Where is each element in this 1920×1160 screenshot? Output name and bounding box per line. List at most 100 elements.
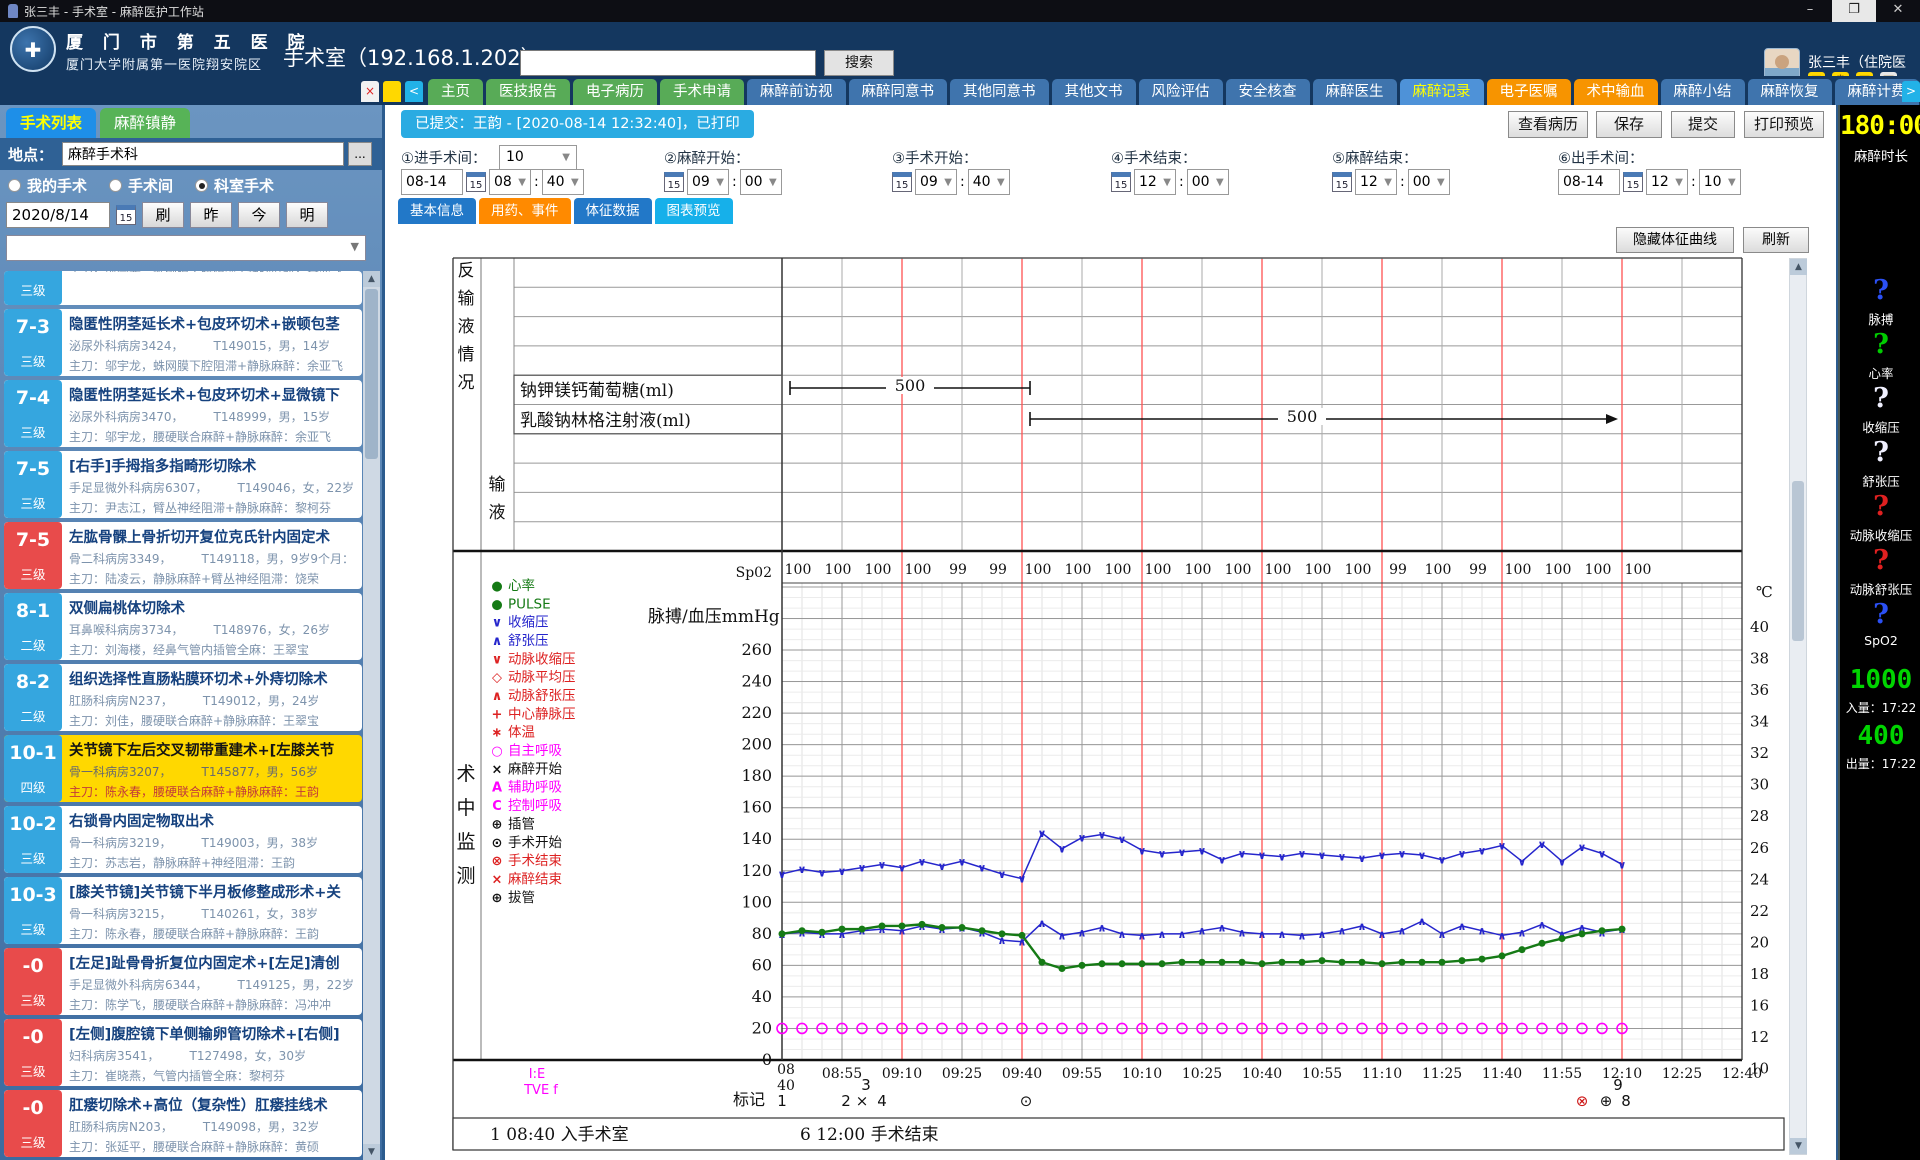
nav-tabs: 主页医技报告电子病历手术申请麻醉前访视麻醉同意书其他同意书其他文书风险评估安全核… [428,79,1920,105]
search-input[interactable] [520,50,816,76]
print-preview-button[interactable]: 打印预览 [1744,111,1824,138]
nav-tab-麻醉前访视[interactable]: 麻醉前访视 [747,79,846,105]
nav-tab-风险评估[interactable]: 风险评估 [1139,79,1223,105]
location-input[interactable] [62,142,344,166]
date-input[interactable]: 08-14 [401,169,463,195]
radio-我的手术[interactable]: 我的手术 [8,175,87,196]
nav-tab-麻醉恢复[interactable]: 麻醉恢复 [1748,79,1832,105]
nav-tab-麻醉小结[interactable]: 麻醉小结 [1661,79,1745,105]
vital-value-动脉舒张压: ? [1840,545,1920,576]
list-item-surgery[interactable]: 7-5三级[右手]手拇指多指畸形切除术手足显微外科病房6307， T149046… [4,451,362,518]
chart-tab-体征数据[interactable]: 体征数据 [574,198,652,224]
scroll-down-icon[interactable]: ▼ [363,1144,380,1160]
nav-tab-医技报告[interactable]: 医技报告 [486,79,570,105]
scrollbar-thumb[interactable] [365,289,378,459]
sidebar-scrollbar[interactable]: ▲ ▼ [363,271,380,1160]
minute-select[interactable]: 40▼ [542,169,584,195]
refresh-button[interactable]: 刷新 [1743,227,1809,253]
radio-手术间[interactable]: 手术间 [109,175,173,196]
calendar-icon[interactable]: 15 [664,172,684,192]
list-item-surgery[interactable]: 10-2三级右锁骨内固定物取出术骨一科病房3219， T149003，男，38岁… [4,806,362,873]
nav-tab-主页[interactable]: 主页 [428,79,483,105]
surgery-info: [膝关节镜]关节镜下半月板修整成形术+关骨一科病房3215， T140261，女… [62,877,348,944]
nav-tab-其他文书[interactable]: 其他文书 [1052,79,1136,105]
hour-select[interactable]: 09▼ [915,169,957,195]
date-input[interactable]: 08-14 [1558,169,1620,195]
calendar-icon[interactable]: 15 [116,205,136,225]
date-button-明[interactable]: 明 [286,202,328,228]
radio-科室手术[interactable]: 科室手术 [195,175,274,196]
list-item-surgery[interactable]: 7-5三级左肱骨髁上骨折切开复位克氏针内固定术骨二科病房3349， T14911… [4,522,362,589]
calendar-icon[interactable]: 15 [1111,172,1131,192]
minute-select[interactable]: 40▼ [968,169,1010,195]
hour-select[interactable]: 12▼ [1134,169,1176,195]
list-item-surgery[interactable]: 7-4三级隐匿性阴茎延长术+包皮环切术+显微镜下泌尿外科病房3470， T148… [4,380,362,447]
hide-curve-button[interactable]: 隐藏体征曲线 [1616,227,1734,253]
minute-select[interactable]: 00▼ [1408,169,1450,195]
list-item-surgery[interactable]: 三级泌尿外科病房3409，何子皓，T149000，男，12岁主刀：邬宇龙，蛛网膜… [4,271,362,305]
submit-button[interactable]: 提交 [1671,111,1735,138]
hospital-name: 厦 门 市 第 五 医 院 [66,28,312,53]
nav-tab-手术申请[interactable]: 手术申请 [660,79,744,105]
save-button[interactable]: 保存 [1596,111,1662,138]
calendar-icon[interactable]: 15 [1332,172,1352,192]
list-item-surgery[interactable]: -0三级肛瘘切除术+高位（复杂性）肛瘘挂线术肛肠科病房N203， T149098… [4,1090,362,1157]
minute-select[interactable]: 00▼ [740,169,782,195]
date-button-刷[interactable]: 刷 [142,202,184,228]
scrollbar-thumb[interactable] [1792,481,1804,641]
room-level-badge: 三级 [4,271,62,305]
search-button[interactable]: 搜索 [824,50,894,76]
list-item-surgery[interactable]: 10-3三级[膝关节镜]关节镜下半月板修整成形术+关骨一科病房3215， T14… [4,877,362,944]
tab-surgery-list[interactable]: 手术列表 [6,108,96,138]
scroll-down-icon[interactable]: ▼ [1790,1138,1807,1154]
nav-tab-安全核查[interactable]: 安全核查 [1226,79,1310,105]
calendar-icon[interactable]: 15 [1623,172,1643,192]
calendar-icon[interactable]: 15 [466,172,486,192]
minute-select[interactable]: 00▼ [1187,169,1229,195]
chart-tab-基本信息[interactable]: 基本信息 [398,198,476,224]
list-item-surgery[interactable]: 8-1二级双侧扁桃体切除术耳鼻喉科病房3734， T148976，女，26岁主刀… [4,593,362,660]
vital-value-SpO2: ? [1840,599,1920,630]
date-button-今[interactable]: 今 [238,202,280,228]
list-item-surgery[interactable]: 8-2二级组织选择性直肠粘膜环切术+外痔切除术肛肠科病房N237， T14901… [4,664,362,731]
nav-tab-其他同意书[interactable]: 其他同意书 [950,79,1049,105]
hour-select[interactable]: 08▼ [489,169,531,195]
date-input[interactable]: 2020/8/14 [6,202,110,228]
scroll-up-icon[interactable]: ▲ [1790,259,1807,275]
hour-select[interactable]: 09▼ [687,169,729,195]
tab-anesthesia-sedation[interactable]: 麻醉镇静 [100,108,190,138]
minute-select[interactable]: 10▼ [1699,169,1741,195]
nav-tab-术中输血[interactable]: 术中输血 [1574,79,1658,105]
nav-tab-麻醉记录[interactable]: 麻醉记录 [1400,79,1484,105]
date-button-昨[interactable]: 昨 [190,202,232,228]
date-row: 2020/8/14 15 刷昨今明 [6,202,328,228]
calendar-icon[interactable]: 15 [892,172,912,192]
hour-select[interactable]: 12▼ [1355,169,1397,195]
filter-combobox[interactable]: ▼ [6,235,366,261]
room-select[interactable]: 10▼ [499,145,577,170]
scroll-left-icon[interactable]: < [405,81,423,102]
list-item-surgery[interactable]: -0三级[左足]趾骨骨折复位内固定术+[左足]清创手足显微外科病房6344， T… [4,948,362,1015]
minimize-button[interactable]: – [1788,0,1832,22]
nav-tab-麻醉同意书[interactable]: 麻醉同意书 [849,79,948,105]
chart-tab-图表预览[interactable]: 图表预览 [655,198,733,224]
scroll-up-icon[interactable]: ▲ [363,271,380,287]
location-more-button[interactable]: ... [348,142,372,166]
list-item-surgery[interactable]: -0三级[左侧]腹腔镜下单侧输卵管切除术+[右侧]妇科病房3541， T1274… [4,1019,362,1086]
nav-tab-电子医嘱[interactable]: 电子医嘱 [1487,79,1571,105]
room-title: 手术室（192.168.1.202） [283,42,542,72]
chart-tab-用药、事件[interactable]: 用药、事件 [479,198,571,224]
minimized-tab-icon[interactable] [383,81,401,102]
chart-scrollbar[interactable]: ▲ ▼ [1789,258,1807,1155]
view-record-button[interactable]: 查看病历 [1508,111,1588,138]
maximize-button[interactable]: ❐ [1832,0,1876,22]
list-item-surgery[interactable]: 7-3三级隐匿性阴茎延长术+包皮环切术+嵌顿包茎泌尿外科病房3424， T149… [4,309,362,376]
nav-tab-电子病历[interactable]: 电子病历 [573,79,657,105]
scroll-right-icon[interactable]: > [1902,81,1920,102]
close-tab-icon[interactable]: × [361,81,379,102]
nav-tab-麻醉医生[interactable]: 麻醉医生 [1313,79,1397,105]
list-item-surgery[interactable]: 10-1四级关节镜下左后交叉韧带重建术+[左膝关节骨一科病房3207， T145… [4,735,362,802]
surgery-info: 隐匿性阴茎延长术+包皮环切术+显微镜下泌尿外科病房3470， T148999，男… [62,380,347,447]
hour-select[interactable]: 12▼ [1646,169,1688,195]
close-button[interactable]: ✕ [1876,0,1920,22]
